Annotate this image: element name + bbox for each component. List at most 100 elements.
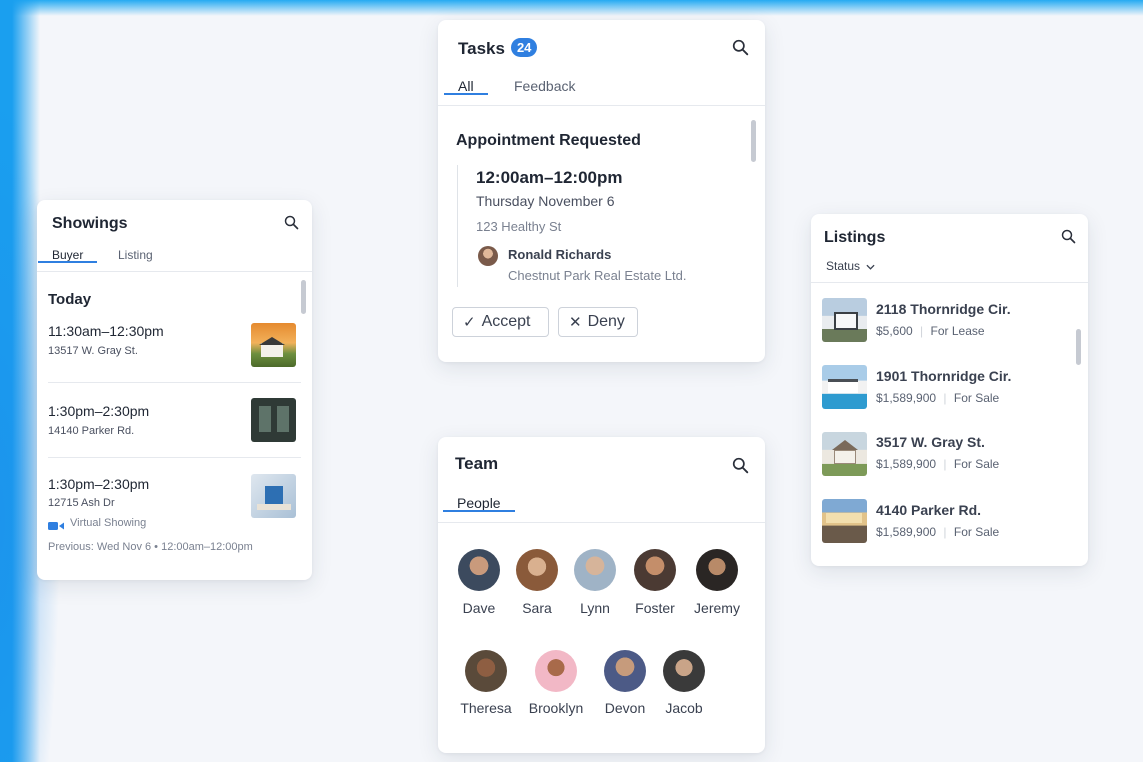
check-icon: ✓ bbox=[463, 314, 476, 331]
member-name: Dave bbox=[462, 600, 496, 616]
scrollbar[interactable] bbox=[301, 280, 306, 314]
search-icon[interactable] bbox=[1061, 229, 1076, 244]
contact-name: Ronald Richards bbox=[508, 247, 612, 262]
listing-meta: $1,589,900 | For Sale bbox=[876, 525, 999, 539]
house-photo bbox=[822, 365, 867, 409]
member-name: Theresa bbox=[460, 700, 512, 716]
room-photo bbox=[251, 474, 296, 518]
deny-button[interactable]: ✕ Deny bbox=[558, 307, 638, 337]
contact-company: Chestnut Park Real Estate Ltd. bbox=[508, 268, 687, 283]
listing-address: 2118 Thornridge Cir. bbox=[876, 301, 1011, 317]
scrollbar[interactable] bbox=[1076, 329, 1081, 365]
task-date: Thursday November 6 bbox=[476, 193, 615, 209]
listing-meta: $1,589,900 | For Sale bbox=[876, 391, 999, 405]
virtual-showing-tag: Virtual Showing bbox=[70, 517, 147, 529]
house-photo bbox=[822, 499, 867, 543]
avatar bbox=[465, 650, 507, 692]
status-filter-label: Status bbox=[826, 259, 861, 273]
house-photo bbox=[251, 323, 296, 367]
listing-status: For Lease bbox=[930, 324, 985, 338]
house-photo bbox=[251, 398, 296, 442]
separator: | bbox=[943, 525, 947, 539]
listing-status: For Sale bbox=[953, 525, 1000, 539]
tasks-title-text: Tasks bbox=[458, 39, 505, 58]
tasks-title: Tasks 24 bbox=[458, 38, 538, 59]
close-icon: ✕ bbox=[569, 314, 582, 331]
tab-people[interactable]: People bbox=[443, 495, 515, 512]
tab-listing[interactable]: Listing bbox=[118, 248, 153, 262]
chevron-down-icon bbox=[866, 259, 875, 273]
listing-address: 3517 W. Gray St. bbox=[876, 434, 985, 450]
search-icon[interactable] bbox=[732, 39, 749, 56]
task-address: 123 Healthy St bbox=[476, 219, 562, 234]
showing-time: 1:30pm–2:30pm bbox=[48, 476, 150, 492]
avatar bbox=[574, 549, 616, 591]
separator: | bbox=[943, 457, 947, 471]
avatar bbox=[478, 246, 498, 266]
member-name: Lynn bbox=[580, 600, 610, 616]
divider bbox=[48, 382, 301, 383]
showings-tabs: Buyer Listing bbox=[37, 248, 312, 272]
house-photo bbox=[822, 432, 867, 476]
listing-meta: $5,600 | For Lease bbox=[876, 324, 985, 338]
listings-card: Listings Status 2118 Thornridge Cir. $5,… bbox=[811, 214, 1088, 566]
showings-title: Showings bbox=[52, 215, 128, 232]
listing-price: $1,589,900 bbox=[876, 457, 937, 471]
showing-time: 11:30am–12:30pm bbox=[48, 323, 164, 339]
listing-address: 4140 Parker Rd. bbox=[876, 502, 982, 518]
avatar bbox=[604, 650, 646, 692]
separator: | bbox=[943, 391, 947, 405]
showings-card: Showings Buyer Listing Today 11:30am–12:… bbox=[37, 200, 312, 580]
tab-all[interactable]: All bbox=[444, 78, 487, 95]
avatar bbox=[634, 549, 676, 591]
member-name: Foster bbox=[635, 600, 675, 616]
listing-address: 1901 Thornridge Cir. bbox=[876, 368, 1012, 384]
house-photo bbox=[822, 298, 867, 342]
showing-address: 13517 W. Gray St. bbox=[48, 345, 138, 357]
divider bbox=[811, 282, 1088, 283]
tab-feedback[interactable]: Feedback bbox=[514, 78, 575, 94]
deny-label: Deny bbox=[587, 313, 625, 330]
member-name: Jacob bbox=[665, 700, 703, 716]
accept-button[interactable]: ✓ Accept bbox=[452, 307, 549, 337]
tasks-tabs: All Feedback bbox=[438, 78, 765, 106]
scrollbar[interactable] bbox=[751, 120, 756, 162]
team-card: Team People Dave Sara Lynn Foster Jeremy… bbox=[438, 437, 765, 753]
avatar bbox=[458, 549, 500, 591]
section-heading: Today bbox=[48, 291, 92, 308]
listing-meta: $1,589,900 | For Sale bbox=[876, 457, 999, 471]
avatar bbox=[516, 549, 558, 591]
avatar bbox=[663, 650, 705, 692]
search-icon[interactable] bbox=[284, 215, 299, 230]
task-count-badge: 24 bbox=[510, 38, 538, 57]
listing-status: For Sale bbox=[953, 457, 1000, 471]
listing-price: $1,589,900 bbox=[876, 391, 937, 405]
task-divider-line bbox=[457, 165, 458, 287]
showing-address: 14140 Parker Rd. bbox=[48, 425, 135, 437]
avatar bbox=[696, 549, 738, 591]
listing-status: For Sale bbox=[953, 391, 1000, 405]
showing-time: 1:30pm–2:30pm bbox=[48, 403, 150, 419]
team-title: Team bbox=[455, 454, 499, 473]
separator: | bbox=[920, 324, 924, 338]
member-name: Sara bbox=[522, 600, 552, 616]
member-name: Devon bbox=[604, 700, 646, 716]
listing-price: $5,600 bbox=[876, 324, 913, 338]
showing-address: 12715 Ash Dr bbox=[48, 497, 115, 509]
previous-showing: Previous: Wed Nov 6 • 12:00am–12:00pm bbox=[48, 541, 253, 553]
listing-price: $1,589,900 bbox=[876, 525, 937, 539]
member-name: Brooklyn bbox=[528, 700, 584, 716]
avatar bbox=[535, 650, 577, 692]
divider bbox=[48, 457, 301, 458]
team-tabs: People bbox=[438, 495, 765, 523]
task-heading: Appointment Requested bbox=[456, 132, 641, 149]
accept-label: Accept bbox=[481, 313, 531, 330]
member-name: Jeremy bbox=[694, 600, 740, 616]
tasks-card: Tasks 24 All Feedback Appointment Request… bbox=[438, 20, 765, 362]
listings-title: Listings bbox=[824, 229, 886, 246]
search-icon[interactable] bbox=[732, 457, 749, 474]
task-time: 12:00am–12:00pm bbox=[476, 168, 623, 187]
video-camera-icon bbox=[48, 518, 64, 530]
tab-buyer[interactable]: Buyer bbox=[37, 248, 98, 263]
status-filter-dropdown[interactable]: Status bbox=[826, 259, 875, 273]
